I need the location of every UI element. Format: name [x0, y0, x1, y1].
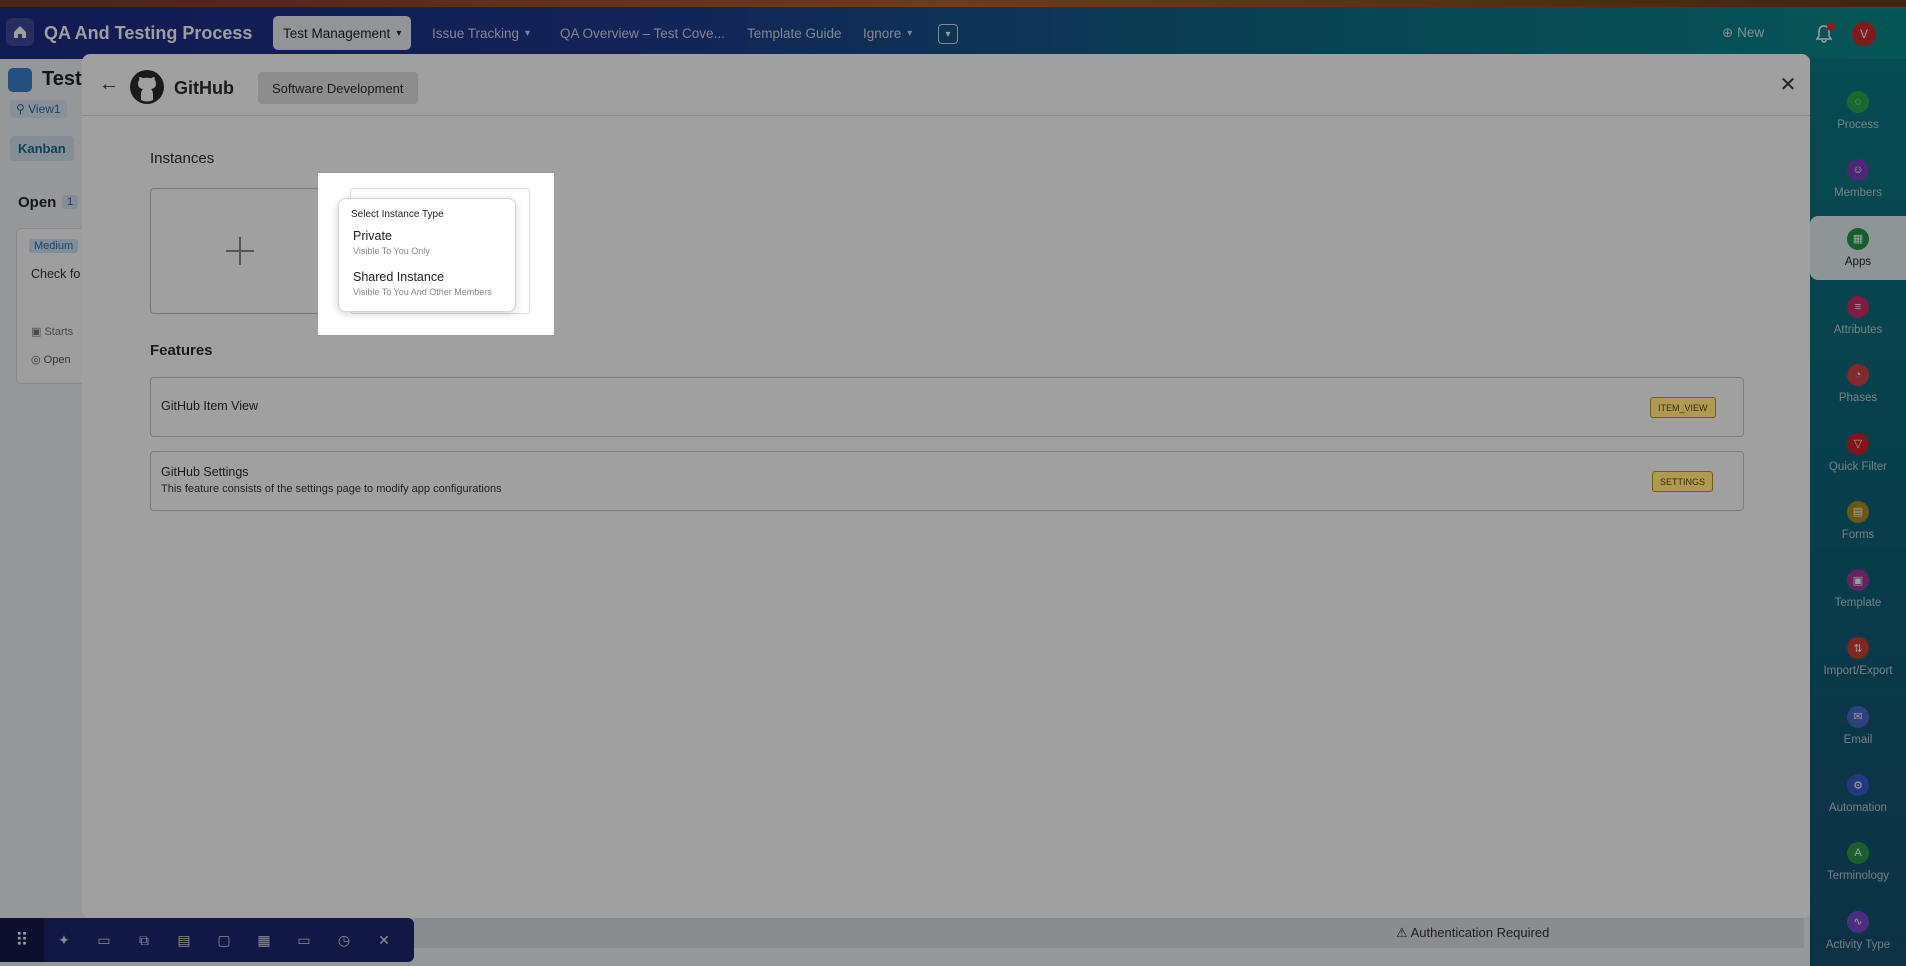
option-label: Private: [353, 229, 392, 243]
feature-row-item-view[interactable]: GitHub Item View ITEM_VIEW: [150, 377, 1744, 437]
app-details-modal: ← GitHub Software Development ✕ Instance…: [82, 54, 1810, 918]
option-shared-instance[interactable]: Shared Instance Visible To You And Other…: [353, 270, 513, 297]
modal-header: ← GitHub Software Development ✕: [82, 54, 1810, 116]
option-description: Visible To You And Other Members: [353, 287, 492, 297]
instances-heading: Instances: [150, 150, 215, 167]
option-private[interactable]: Private Visible To You Only: [353, 229, 513, 256]
feature-name: GitHub Settings: [161, 465, 249, 479]
feature-description: This feature consists of the settings pa…: [161, 483, 502, 495]
feature-tag: SETTINGS: [1652, 471, 1714, 492]
back-arrow-icon[interactable]: ←: [98, 74, 120, 96]
option-description: Visible To You Only: [353, 246, 430, 256]
features-heading: Features: [150, 342, 213, 359]
github-logo-icon: [130, 70, 164, 104]
close-icon[interactable]: ✕: [1778, 75, 1798, 96]
instance-type-dropdown: Select Instance Type Private Visible To …: [338, 198, 516, 312]
feature-tag: ITEM_VIEW: [1650, 397, 1716, 418]
add-instance-button[interactable]: [150, 188, 330, 314]
feature-row-settings[interactable]: GitHub Settings This feature consists of…: [150, 451, 1744, 511]
app-title: GitHub: [174, 78, 234, 98]
option-label: Shared Instance: [353, 270, 445, 284]
plus-icon: [226, 237, 254, 265]
category-chip: Software Development: [258, 72, 418, 104]
dropdown-title: Select Instance Type: [351, 209, 444, 220]
feature-name: GitHub Item View: [161, 399, 259, 413]
